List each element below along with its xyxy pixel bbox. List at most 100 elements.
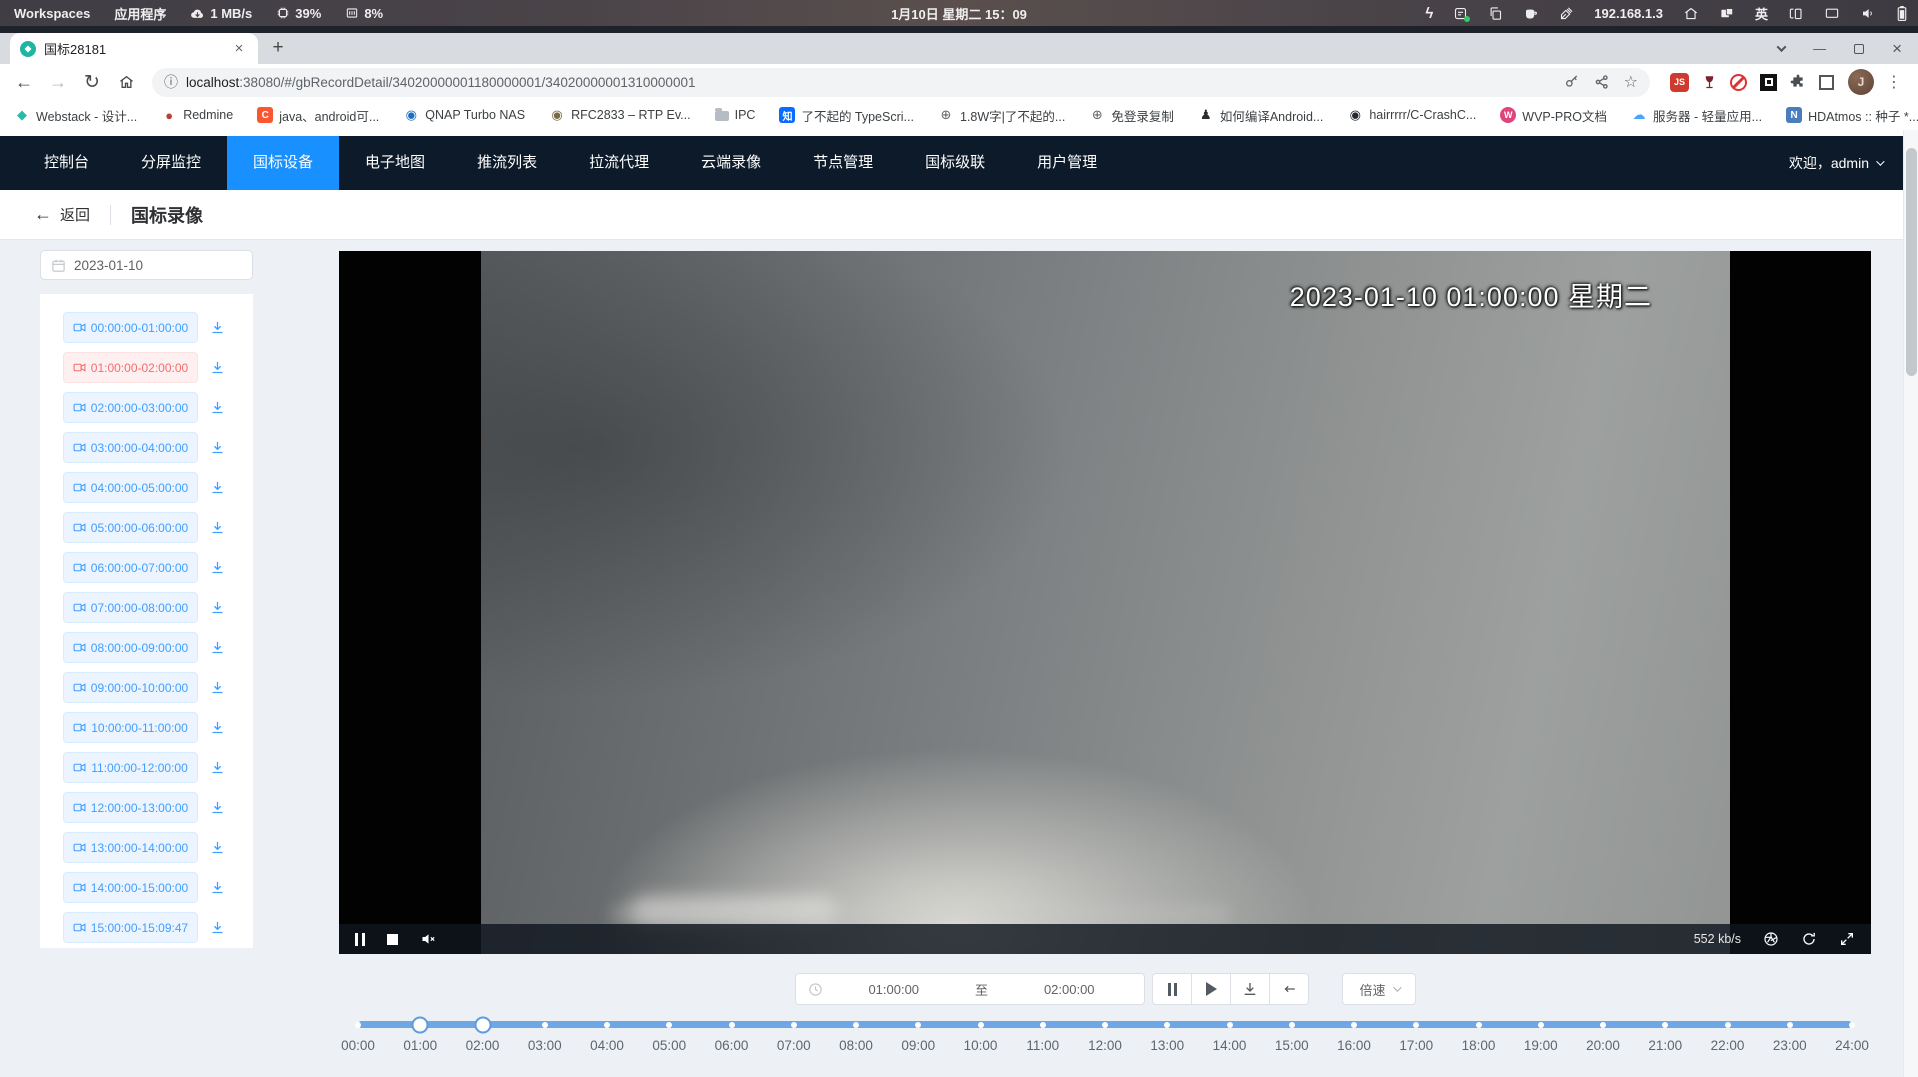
pause-icon[interactable] (355, 933, 365, 946)
bookmark-item[interactable]: ◉hairrrrr/C-CrashC... (1347, 107, 1476, 123)
download-icon[interactable] (210, 360, 225, 375)
download-icon[interactable] (210, 880, 225, 895)
nav-tab-3[interactable]: 电子地图 (339, 136, 451, 190)
bookmark-item[interactable]: ☁服务器 - 轻量应用... (1631, 106, 1762, 125)
site-info-icon[interactable]: ⓘ (164, 72, 178, 92)
profile-avatar[interactable]: J (1848, 69, 1874, 95)
phonelink-icon[interactable] (1788, 6, 1804, 21)
ext-js[interactable]: JS (1670, 73, 1689, 92)
browser-home-icon[interactable] (112, 68, 140, 96)
screenshot-app-icon[interactable] (1453, 6, 1468, 21)
nav-tab-9[interactable]: 用户管理 (1011, 136, 1123, 190)
scrollbar-thumb[interactable] (1906, 148, 1917, 376)
refresh-icon[interactable] (1801, 931, 1817, 947)
record-item[interactable]: 05:00:00-06:00:00 (63, 512, 198, 543)
bookmark-item[interactable]: IPC (715, 108, 756, 122)
copy-icon[interactable] (1488, 6, 1503, 21)
ext-dark-square[interactable] (1760, 74, 1777, 91)
bookmark-item[interactable]: ◉QNAP Turbo NAS (403, 107, 525, 123)
browser-menu-icon[interactable]: ⋮ (1880, 72, 1908, 92)
timeline-handle[interactable] (412, 1016, 429, 1033)
nav-tab-6[interactable]: 云端录像 (675, 136, 787, 190)
workspaces-switcher-icon[interactable] (1719, 6, 1735, 21)
coffee-icon[interactable] (1523, 6, 1539, 21)
snapshot-aperture-icon[interactable] (1763, 931, 1779, 947)
download-icon[interactable] (210, 760, 225, 775)
fullscreen-icon[interactable] (1839, 931, 1855, 947)
stop-icon[interactable] (387, 934, 398, 945)
password-key-icon[interactable] (1564, 74, 1580, 90)
download-icon[interactable] (210, 520, 225, 535)
color-picker-icon[interactable] (1559, 6, 1574, 21)
record-item[interactable]: 07:00:00-08:00:00 (63, 592, 198, 623)
record-item[interactable]: 09:00:00-10:00:00 (63, 672, 198, 703)
download-button[interactable] (1230, 973, 1270, 1005)
record-item[interactable]: 00:00:00-01:00:00 (63, 312, 198, 343)
lightning-icon[interactable]: ϟ (1425, 6, 1433, 21)
cpu-indicator[interactable]: 39% (276, 6, 321, 21)
record-item[interactable]: 12:00:00-13:00:00 (63, 792, 198, 823)
url-bar[interactable]: ⓘ localhost :38080/#/gbRecordDetail/3402… (152, 68, 1650, 97)
applications-button[interactable]: 应用程序 (114, 4, 166, 23)
home-icon[interactable] (1683, 6, 1699, 21)
bookmark-item[interactable]: Cjava、android可... (257, 106, 379, 125)
bookmark-item[interactable]: WWVP-PRO文档 (1500, 106, 1607, 125)
download-icon[interactable] (210, 800, 225, 815)
ext-blocker[interactable] (1730, 74, 1747, 91)
bookmark-star-icon[interactable]: ☆ (1624, 72, 1638, 92)
back-button[interactable]: ← 返回 (34, 204, 90, 225)
bookmark-item[interactable]: ◆Webstack - 设计... (14, 106, 137, 125)
download-icon[interactable] (210, 440, 225, 455)
input-method-indicator[interactable]: 英 (1755, 4, 1768, 23)
record-item[interactable]: 08:00:00-09:00:00 (63, 632, 198, 663)
download-icon[interactable] (210, 320, 225, 335)
back-icon[interactable]: ← (10, 68, 38, 96)
bookmark-item[interactable]: ⊕1.8W字|了不起的... (938, 106, 1065, 125)
bookmark-item[interactable]: ◉RFC2833 – RTP Ev... (549, 107, 691, 123)
window-minimize-button[interactable]: — (1813, 41, 1826, 56)
download-icon[interactable] (210, 600, 225, 615)
ip-address[interactable]: 192.168.1.3 (1594, 6, 1663, 21)
download-icon[interactable] (210, 840, 225, 855)
record-item[interactable]: 13:00:00-14:00:00 (63, 832, 198, 863)
clock-menu[interactable]: 1月10日 星期二 15：09 (891, 4, 1027, 23)
play-button[interactable] (1191, 973, 1231, 1005)
date-input[interactable] (74, 258, 224, 273)
download-icon[interactable] (210, 680, 225, 695)
window-restore-button[interactable] (1854, 44, 1864, 54)
record-item[interactable]: 01:00:00-02:00:00 (63, 352, 198, 383)
bookmark-item[interactable]: ⊕免登录复制 (1089, 106, 1174, 125)
record-item[interactable]: 14:00:00-15:00:00 (63, 872, 198, 903)
bookmark-item[interactable]: NHDAtmos :: 种子 *... (1786, 106, 1918, 125)
ext-puzzle[interactable] (1790, 74, 1806, 90)
pause-button[interactable] (1152, 973, 1192, 1005)
record-item[interactable]: 04:00:00-05:00:00 (63, 472, 198, 503)
nav-tab-2[interactable]: 国标设备 (227, 136, 339, 190)
mute-icon[interactable] (420, 931, 437, 947)
record-item[interactable]: 15:00:00-15:09:47 (63, 912, 198, 943)
tab-close-icon[interactable]: × (230, 40, 248, 58)
speed-dropdown[interactable]: 倍速 (1342, 973, 1416, 1005)
forward-icon[interactable]: → (44, 68, 72, 96)
battery-icon[interactable] (1896, 5, 1908, 22)
browser-tab[interactable]: 国标28181 × (10, 33, 258, 64)
tab-search-chevron-icon[interactable] (1777, 42, 1787, 52)
record-item[interactable]: 10:00:00-11:00:00 (63, 712, 198, 743)
video-player[interactable]: 2023-01-10 01:00:00 星期二 552 kb/s (339, 251, 1871, 954)
timeline-handle[interactable] (474, 1016, 491, 1033)
date-picker[interactable] (40, 250, 253, 280)
record-item[interactable]: 11:00:00-12:00:00 (63, 752, 198, 783)
nav-tab-4[interactable]: 推流列表 (451, 136, 563, 190)
start-time-value[interactable]: 01:00:00 (823, 982, 965, 997)
window-close-button[interactable]: × (1892, 39, 1902, 59)
nav-tab-8[interactable]: 国标级联 (899, 136, 1011, 190)
ext-wine[interactable] (1702, 74, 1717, 91)
download-icon[interactable] (210, 400, 225, 415)
workspaces-button[interactable]: Workspaces (14, 6, 90, 21)
network-indicator[interactable]: 1 MB/s (190, 6, 252, 21)
memory-indicator[interactable]: 8% (345, 6, 383, 21)
user-menu[interactable]: 欢迎，admin (1789, 153, 1882, 173)
bookmark-item[interactable]: ♟如何编译Android... (1198, 106, 1324, 125)
new-tab-button[interactable]: + (264, 34, 292, 62)
download-icon[interactable] (210, 480, 225, 495)
